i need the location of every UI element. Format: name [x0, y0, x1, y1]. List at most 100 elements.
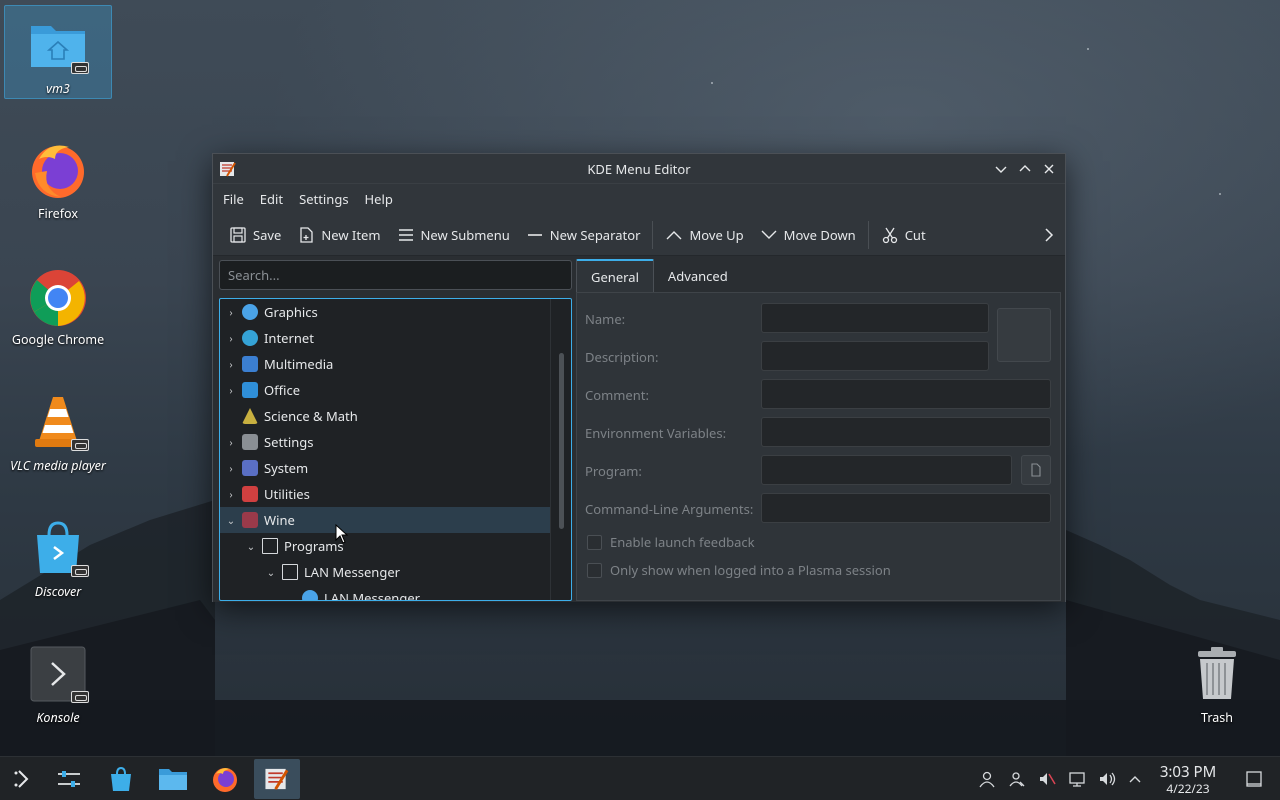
tray-expand-chevron-up-icon[interactable]: [1125, 769, 1145, 789]
chevron-right-icon[interactable]: ›: [224, 357, 238, 371]
menu-tree[interactable]: › Graphics › Internet › Multimedia › Off…: [219, 298, 572, 601]
close-button[interactable]: [1039, 159, 1059, 179]
maximize-button[interactable]: [1015, 159, 1035, 179]
tree-item-wine[interactable]: ⌄ Wine: [220, 507, 550, 533]
tab-advanced[interactable]: Advanced: [654, 259, 742, 292]
chevron-down-icon[interactable]: ⌄: [244, 539, 258, 553]
properties-tabs: General Advanced: [576, 259, 742, 293]
desktop-icon-discover[interactable]: Discover: [4, 509, 112, 603]
toolbar-overflow-button[interactable]: [1039, 224, 1059, 246]
program-field[interactable]: [761, 455, 1012, 485]
audio-muted-icon[interactable]: [1037, 769, 1057, 789]
chevron-right-icon[interactable]: ›: [224, 383, 238, 397]
toolbar-divider: [652, 220, 654, 249]
browse-program-button[interactable]: [1021, 455, 1051, 485]
chevron-right-icon[interactable]: ›: [224, 331, 238, 345]
scissors-icon: [882, 227, 897, 243]
desktop-icon-vlc[interactable]: VLC media player: [4, 383, 112, 477]
tree-item-programs[interactable]: ⌄ Programs: [220, 533, 550, 559]
minimize-button[interactable]: [991, 159, 1011, 179]
separator-line-icon: [527, 233, 542, 236]
tree-item-label: LAN Messenger: [304, 563, 401, 581]
network-wired-icon[interactable]: [1067, 769, 1087, 789]
tree-item-label: System: [264, 459, 309, 477]
menu-editor-app-icon: [265, 768, 289, 790]
clock-time: 3:03 PM: [1159, 762, 1217, 782]
launch-feedback-checkbox-row[interactable]: Enable launch feedback: [587, 533, 755, 551]
application-launcher-button[interactable]: [0, 759, 46, 799]
tree-item-settings[interactable]: › Settings: [220, 429, 550, 455]
desktop-icon-label: Google Chrome: [11, 331, 105, 348]
main-content: › Graphics › Internet › Multimedia › Off…: [213, 257, 1065, 602]
search-input[interactable]: [219, 260, 572, 290]
firefox-taskbar-item[interactable]: [202, 759, 248, 799]
tree-item-system[interactable]: › System: [220, 455, 550, 481]
digital-clock[interactable]: 3:03 PM 4/22/23: [1150, 763, 1226, 796]
command-line-arguments-field[interactable]: [761, 493, 1051, 523]
name-field[interactable]: [761, 303, 989, 333]
menu-file[interactable]: File: [217, 190, 250, 208]
folder-icon: [262, 538, 278, 554]
desktop-icon-label: vm3: [46, 80, 70, 97]
menu-edit[interactable]: Edit: [254, 190, 289, 208]
tree-item-multimedia[interactable]: › Multimedia: [220, 351, 550, 377]
star: [1087, 48, 1089, 50]
toolbar-divider: [867, 220, 869, 249]
user-icon[interactable]: [977, 769, 997, 789]
new-submenu-button[interactable]: New Submenu: [389, 220, 518, 250]
tree-item-label: Wine: [264, 511, 295, 529]
chevron-down-icon[interactable]: ⌄: [224, 513, 238, 527]
science-category-icon: [242, 408, 258, 424]
new-separator-button[interactable]: New Separator: [518, 220, 649, 250]
document-open-icon: [1031, 463, 1041, 477]
menu-settings[interactable]: Settings: [293, 190, 354, 208]
show-desktop-button[interactable]: [1244, 769, 1264, 789]
tree-item-label: Utilities: [264, 485, 310, 503]
chevron-down-icon[interactable]: ⌄: [264, 565, 278, 579]
file-manager-taskbar-item[interactable]: [150, 759, 196, 799]
tree-item-lan-messenger-app[interactable]: LAN Messenger: [220, 585, 550, 600]
move-down-button[interactable]: Move Down: [752, 220, 864, 250]
tree-scrollbar[interactable]: [550, 299, 571, 600]
environment-variables-field[interactable]: [761, 417, 1051, 447]
new-item-button[interactable]: New Item: [289, 220, 388, 250]
desktop-icon-konsole[interactable]: Konsole: [4, 635, 112, 729]
menu-help[interactable]: Help: [359, 190, 399, 208]
description-field[interactable]: [761, 341, 989, 371]
desktop-icon-vm3[interactable]: vm3: [4, 5, 112, 99]
save-label: Save: [253, 225, 282, 244]
comment-field[interactable]: [761, 379, 1051, 409]
kde-menu-editor-taskbar-item[interactable]: [254, 759, 300, 799]
item-icon-button[interactable]: [997, 308, 1051, 362]
clock-date: 4/22/23: [1166, 780, 1210, 797]
tree-item-office[interactable]: › Office: [220, 377, 550, 403]
titlebar[interactable]: KDE Menu Editor: [213, 154, 1065, 184]
tree-item-graphics[interactable]: › Graphics: [220, 299, 550, 325]
tab-general[interactable]: General: [576, 259, 654, 292]
tree-item-label: Science & Math: [264, 407, 358, 425]
scrollbar-thumb[interactable]: [559, 353, 564, 529]
volume-icon[interactable]: [1097, 769, 1117, 789]
desktop-icon-label: VLC media player: [10, 457, 106, 474]
chevron-right-icon[interactable]: ›: [224, 305, 238, 319]
chevron-right-icon[interactable]: ›: [224, 435, 238, 449]
tree-item-internet[interactable]: › Internet: [220, 325, 550, 351]
user-switch-icon[interactable]: [1007, 769, 1027, 789]
tree-item-lan-messenger-folder[interactable]: ⌄ LAN Messenger: [220, 559, 550, 585]
plasma-only-checkbox-row[interactable]: Only show when logged into a Plasma sess…: [587, 561, 891, 579]
cut-button[interactable]: Cut: [873, 220, 934, 250]
desktop-icon-firefox[interactable]: Firefox: [4, 131, 112, 225]
desktop-icon-label: Trash: [1201, 709, 1233, 726]
system-settings-taskbar-item[interactable]: [46, 759, 92, 799]
discover-taskbar-item[interactable]: [98, 759, 144, 799]
plasma-only-checkbox[interactable]: [587, 562, 602, 578]
launch-feedback-checkbox[interactable]: [587, 534, 602, 550]
tree-item-utilities[interactable]: › Utilities: [220, 481, 550, 507]
chevron-right-icon[interactable]: ›: [224, 487, 238, 501]
move-up-button[interactable]: Move Up: [657, 220, 751, 250]
save-button[interactable]: Save: [221, 220, 289, 250]
chevron-right-icon[interactable]: ›: [224, 461, 238, 475]
tree-item-science-math[interactable]: Science & Math: [220, 403, 550, 429]
desktop-icon-google-chrome[interactable]: Google Chrome: [4, 257, 112, 351]
desktop-icon-trash[interactable]: Trash: [1163, 635, 1271, 729]
